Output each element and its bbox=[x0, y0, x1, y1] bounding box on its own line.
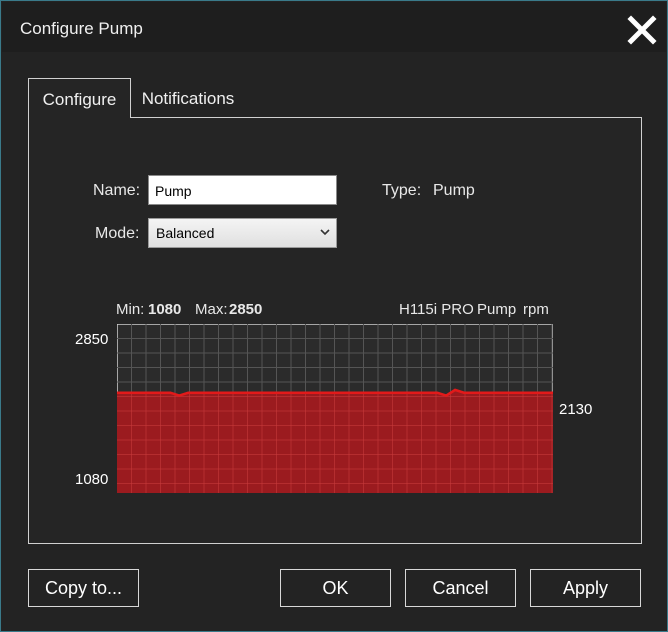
min-value: 1080 bbox=[148, 301, 182, 318]
configure-pump-dialog: Configure Pump Configure Notifications N… bbox=[0, 0, 668, 632]
ok-button[interactable]: OK bbox=[280, 569, 391, 607]
apply-button[interactable]: Apply bbox=[530, 569, 641, 607]
type-value: Pump bbox=[433, 182, 475, 199]
chevron-down-icon bbox=[320, 229, 330, 236]
title-bar: Configure Pump bbox=[2, 2, 666, 52]
mode-select[interactable]: Balanced bbox=[148, 218, 337, 248]
tab-configure[interactable]: Configure bbox=[28, 78, 131, 118]
rpm-chart bbox=[117, 324, 553, 493]
cancel-button[interactable]: Cancel bbox=[405, 569, 516, 607]
unit-label: rpm bbox=[523, 301, 549, 318]
mode-selected-value: Balanced bbox=[156, 225, 215, 241]
mode-label: Mode: bbox=[95, 225, 140, 242]
name-label: Name: bbox=[93, 182, 141, 199]
close-icon[interactable] bbox=[627, 15, 657, 45]
device-name: H115i PRO bbox=[399, 301, 474, 318]
max-value: 2850 bbox=[229, 301, 263, 318]
tab-notifications[interactable]: Notifications bbox=[132, 78, 244, 118]
copy-to-button[interactable]: Copy to... bbox=[28, 569, 139, 607]
max-label: Max: bbox=[195, 301, 228, 318]
y-axis-max-label: 2850 bbox=[75, 331, 109, 348]
dialog-title: Configure Pump bbox=[20, 19, 143, 38]
min-label: Min: bbox=[116, 301, 145, 318]
y-axis-min-label: 1080 bbox=[75, 471, 109, 488]
name-input[interactable]: Pump bbox=[148, 175, 337, 205]
type-label: Type: bbox=[382, 182, 422, 199]
sensor-name: Pump bbox=[477, 301, 517, 318]
current-rpm-label: 2130 bbox=[559, 401, 593, 418]
